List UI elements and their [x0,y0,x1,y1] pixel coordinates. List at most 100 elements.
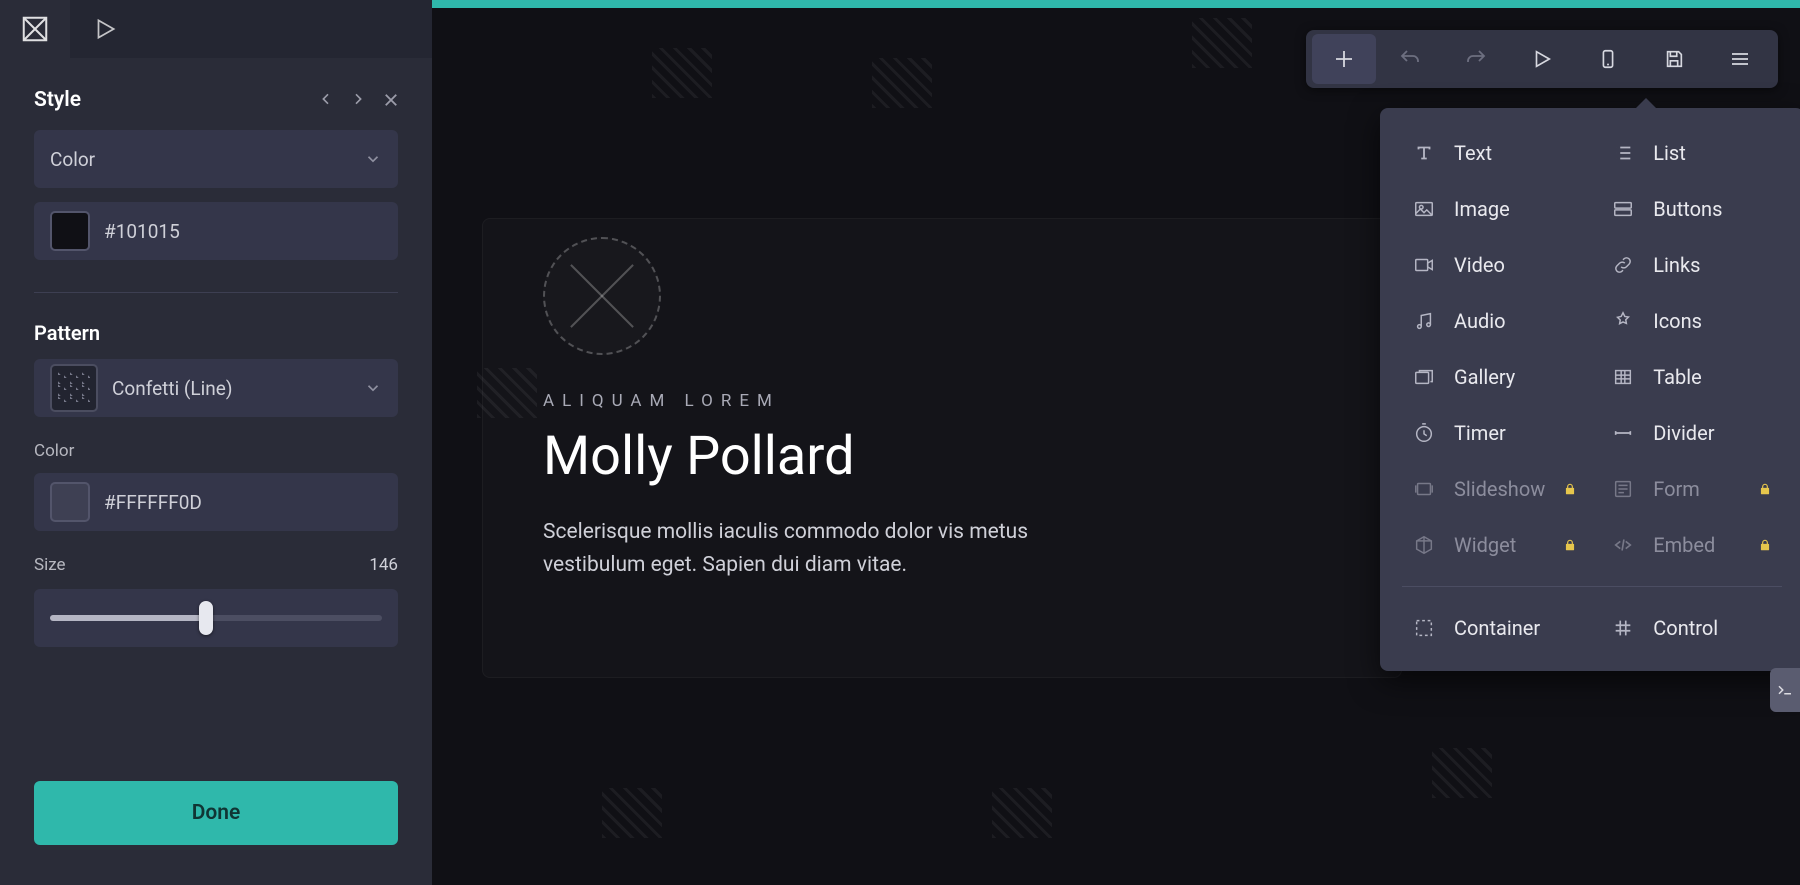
style-color-input[interactable]: #101015 [34,202,398,260]
links-icon [1611,253,1635,277]
pattern-color-input[interactable]: #FFFFFF0D [34,473,398,531]
slideshow-icon [1412,477,1436,501]
add-item-video[interactable]: Video [1398,242,1591,288]
undo-icon [1398,47,1422,71]
add-item-list[interactable]: List [1597,130,1786,176]
sidebar-tabs [0,0,432,58]
code-panel-toggle[interactable] [1770,668,1800,712]
chevron-right-icon [350,91,366,107]
table-icon [1611,365,1635,389]
add-item-label: Icons [1653,309,1702,333]
add-item-buttons[interactable]: Buttons [1597,186,1786,232]
add-item-timer[interactable]: Timer [1398,410,1591,456]
widget-icon [1412,533,1436,557]
add-button[interactable] [1312,34,1376,84]
content-card: Aliquam Lorem Molly Pollard Scelerisque … [482,218,1402,678]
play-icon [92,16,118,42]
popover-arrow-icon [1636,98,1656,108]
add-item-label: Timer [1454,421,1506,445]
panel-forward[interactable] [350,91,366,109]
add-item-text[interactable]: Text [1398,130,1591,176]
pattern-name: Confetti (Line) [112,377,232,400]
redo-icon [1464,47,1488,71]
add-item-table[interactable]: Table [1597,354,1786,400]
add-element-popover: Text List Image Buttons Video Links Audio Icons… [1380,108,1800,671]
divider [34,292,398,293]
add-item-label: Control [1653,616,1718,640]
undo-button[interactable] [1378,34,1442,84]
add-item-label: Embed [1653,533,1715,557]
panel-back[interactable] [318,91,334,109]
size-slider[interactable] [34,589,398,647]
panel-header: Style [0,58,432,130]
redo-button[interactable] [1444,34,1508,84]
canvas[interactable]: Aliquam Lorem Molly Pollard Scelerisque … [432,0,1800,885]
size-value: 146 [369,555,398,575]
panel-close[interactable] [382,91,400,109]
add-item-label: Buttons [1653,197,1722,221]
image-icon [1412,197,1436,221]
avatar-placeholder-icon [543,237,661,355]
pattern-color-value: #FFFFFF0D [104,491,202,514]
hamburger-icon [1728,47,1752,71]
add-item-gallery[interactable]: Gallery [1398,354,1591,400]
plus-icon [1332,47,1356,71]
floating-toolbar [1306,30,1778,88]
add-item-label: Divider [1653,421,1714,445]
menu-button[interactable] [1708,34,1772,84]
pattern-select[interactable]: Confetti (Line) [34,359,398,417]
done-button[interactable]: Done [34,781,398,845]
style-color-value: #101015 [104,220,180,243]
save-icon [1663,48,1685,70]
crossed-box-icon [20,14,50,44]
page-heading: Molly Pollard [543,425,1341,488]
add-item-control[interactable]: Control [1597,605,1786,651]
add-item-audio[interactable]: Audio [1398,298,1591,344]
play-icon [1531,48,1553,70]
add-item-image[interactable]: Image [1398,186,1591,232]
add-item-label: Container [1454,616,1540,640]
add-item-slideshow: Slideshow [1398,466,1591,512]
save-button[interactable] [1642,34,1706,84]
lock-icon [1563,538,1577,552]
size-label: Size [34,555,66,575]
add-item-label: Audio [1454,309,1506,333]
timer-icon [1412,421,1436,445]
pattern-color-label: Color [0,441,432,461]
size-row: Size 146 [0,555,432,575]
add-item-label: Widget [1454,533,1516,557]
mobile-preview-button[interactable] [1576,34,1640,84]
popover-divider [1402,586,1782,587]
chevron-down-icon [364,379,382,397]
add-item-label: Slideshow [1454,477,1545,501]
add-item-label: Links [1653,253,1700,277]
add-item-icons[interactable]: Icons [1597,298,1786,344]
add-item-label: Video [1454,253,1505,277]
video-icon [1412,253,1436,277]
add-item-links[interactable]: Links [1597,242,1786,288]
list-icon [1611,141,1635,165]
slider-track [50,615,382,621]
tab-design[interactable] [0,0,70,58]
panel-title: Style [34,88,81,112]
pattern-color-swatch [50,482,90,522]
slider-thumb[interactable] [199,601,213,635]
add-item-label: Table [1653,365,1701,389]
style-mode-select[interactable]: Color [34,130,398,188]
divider-icon [1611,421,1635,445]
add-item-divider[interactable]: Divider [1597,410,1786,456]
preview-button[interactable] [1510,34,1574,84]
chevron-down-icon [364,150,382,168]
close-icon [382,91,400,109]
form-icon [1611,477,1635,501]
add-item-label: List [1653,141,1686,165]
add-item-container[interactable]: Container [1398,605,1591,651]
tab-preview[interactable] [70,0,140,58]
style-color-swatch [50,211,90,251]
lock-icon [1758,538,1772,552]
icons-icon [1611,309,1635,333]
gallery-icon [1412,365,1436,389]
buttons-icon [1611,197,1635,221]
pattern-thumbnail-icon [50,364,98,412]
control-icon [1611,616,1635,640]
